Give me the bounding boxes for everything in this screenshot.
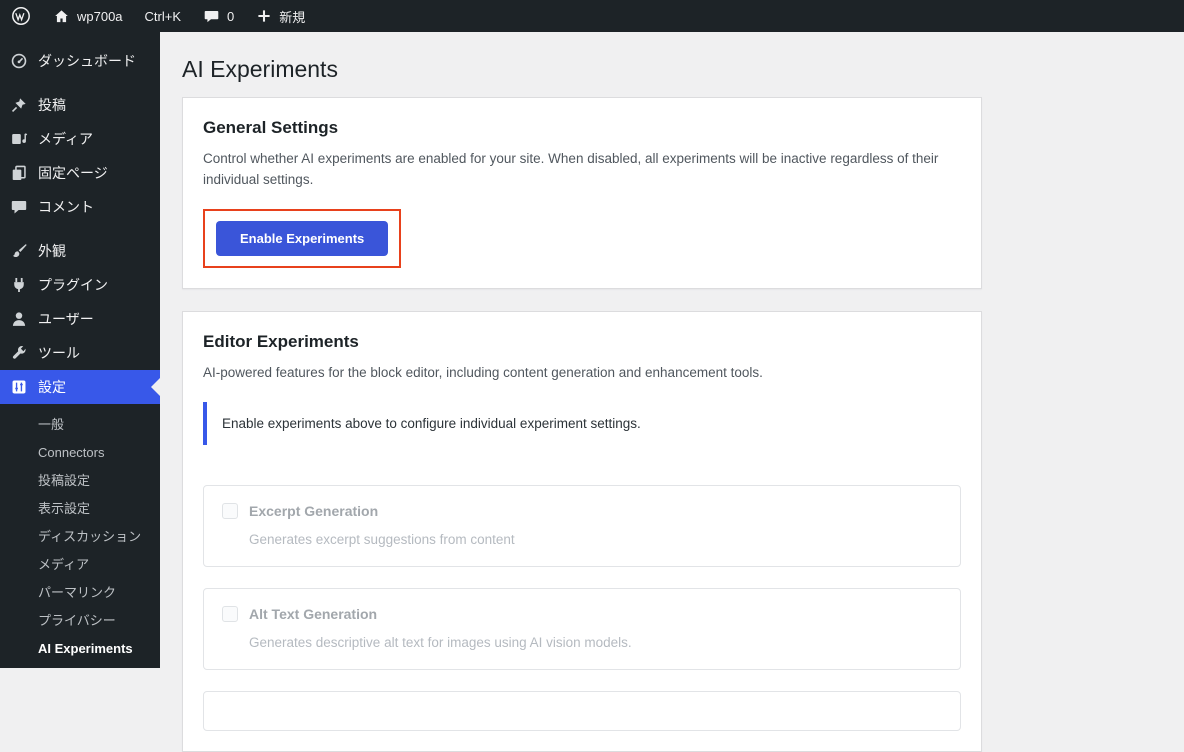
comments-count: 0	[227, 9, 234, 24]
sidebar-item-label: ダッシュボード	[38, 52, 136, 70]
sidebar-item-label: 固定ページ	[38, 164, 108, 182]
users-icon	[10, 310, 28, 328]
experiment-description: Generates descriptive alt text for image…	[249, 635, 942, 650]
tools-icon	[10, 344, 28, 362]
site-link[interactable]: wp700a	[42, 0, 134, 32]
page-title: AI Experiments	[182, 46, 1164, 97]
comment-bubble-icon	[203, 8, 220, 25]
pin-icon	[10, 96, 28, 114]
main-content: AI Experiments General Settings Control …	[160, 0, 1184, 752]
enable-experiments-notice: Enable experiments above to configure in…	[203, 402, 961, 445]
admin-sidebar: ダッシュボード 投稿 メディア 固定ページ コメント	[0, 32, 160, 668]
sidebar-item-pages[interactable]: 固定ページ	[0, 156, 160, 190]
alt-text-generation-checkbox[interactable]	[222, 606, 238, 622]
enable-experiments-button[interactable]: Enable Experiments	[216, 221, 388, 256]
editor-experiments-card: Editor Experiments AI-powered features f…	[182, 311, 982, 752]
general-settings-card: General Settings Control whether AI expe…	[182, 97, 982, 289]
submenu-item-permalinks[interactable]: パーマリンク	[0, 579, 160, 607]
sidebar-item-label: コメント	[38, 198, 94, 216]
home-icon	[53, 8, 70, 25]
submenu-item-writing[interactable]: 投稿設定	[0, 467, 160, 495]
comments-indicator[interactable]: 0	[192, 0, 245, 32]
editor-experiments-description: AI-powered features for the block editor…	[203, 363, 948, 384]
submenu-item-connectors[interactable]: Connectors	[0, 439, 160, 467]
dashboard-icon	[10, 52, 28, 70]
sidebar-item-appearance[interactable]: 外観	[0, 234, 160, 268]
sidebar-item-label: 投稿	[38, 96, 66, 114]
settings-submenu: 一般 Connectors 投稿設定 表示設定 ディスカッション メディア パー…	[0, 404, 160, 663]
submenu-item-privacy[interactable]: プライバシー	[0, 607, 160, 635]
plus-icon	[256, 8, 272, 24]
pages-icon	[10, 164, 28, 182]
experiment-label: Excerpt Generation	[249, 503, 378, 519]
general-settings-description: Control whether AI experiments are enabl…	[203, 149, 948, 191]
sidebar-item-label: メディア	[38, 130, 93, 148]
experiment-item-alt-text-generation: Alt Text Generation Generates descriptiv…	[203, 588, 961, 670]
wordpress-logo-icon	[11, 6, 31, 26]
media-icon	[10, 130, 28, 148]
plugin-icon	[10, 276, 28, 294]
highlight-annotation: Enable Experiments	[203, 209, 401, 268]
new-label: 新規	[279, 7, 305, 26]
experiment-label: Alt Text Generation	[249, 606, 377, 622]
submenu-item-general[interactable]: 一般	[0, 411, 160, 439]
sidebar-item-comments[interactable]: コメント	[0, 190, 160, 224]
admin-bar: wp700a Ctrl+K 0 新規	[0, 0, 1184, 32]
settings-icon	[10, 378, 28, 396]
submenu-item-discussion[interactable]: ディスカッション	[0, 523, 160, 551]
new-content-menu[interactable]: 新規	[245, 0, 316, 32]
sidebar-item-media[interactable]: メディア	[0, 122, 160, 156]
sidebar-item-label: プラグイン	[38, 276, 108, 294]
sidebar-item-posts[interactable]: 投稿	[0, 88, 160, 122]
wordpress-logo-menu[interactable]	[0, 0, 42, 32]
experiment-description: Generates excerpt suggestions from conte…	[249, 532, 942, 547]
general-settings-heading: General Settings	[203, 118, 961, 138]
sidebar-item-label: ユーザー	[38, 310, 94, 328]
sidebar-item-users[interactable]: ユーザー	[0, 302, 160, 336]
submenu-item-reading[interactable]: 表示設定	[0, 495, 160, 523]
sidebar-item-label: 外観	[38, 242, 66, 260]
appearance-icon	[10, 242, 28, 260]
shortcut-label: Ctrl+K	[145, 9, 181, 24]
experiment-item-partial	[203, 691, 961, 731]
comment-icon	[10, 198, 28, 216]
sidebar-item-label: 設定	[38, 378, 66, 396]
sidebar-item-settings[interactable]: 設定	[0, 370, 160, 404]
sidebar-item-dashboard[interactable]: ダッシュボード	[0, 44, 160, 78]
submenu-item-ai-experiments[interactable]: AI Experiments	[0, 635, 160, 663]
sidebar-item-label: ツール	[38, 344, 80, 362]
submenu-item-media[interactable]: メディア	[0, 551, 160, 579]
site-name: wp700a	[77, 9, 123, 24]
experiment-item-excerpt-generation: Excerpt Generation Generates excerpt sug…	[203, 485, 961, 567]
notice-text: Enable experiments above to configure in…	[222, 416, 641, 431]
sidebar-item-plugins[interactable]: プラグイン	[0, 268, 160, 302]
sidebar-item-tools[interactable]: ツール	[0, 336, 160, 370]
command-palette-shortcut[interactable]: Ctrl+K	[134, 0, 192, 32]
current-menu-arrow	[151, 378, 160, 396]
excerpt-generation-checkbox[interactable]	[222, 503, 238, 519]
editor-experiments-heading: Editor Experiments	[203, 332, 961, 352]
